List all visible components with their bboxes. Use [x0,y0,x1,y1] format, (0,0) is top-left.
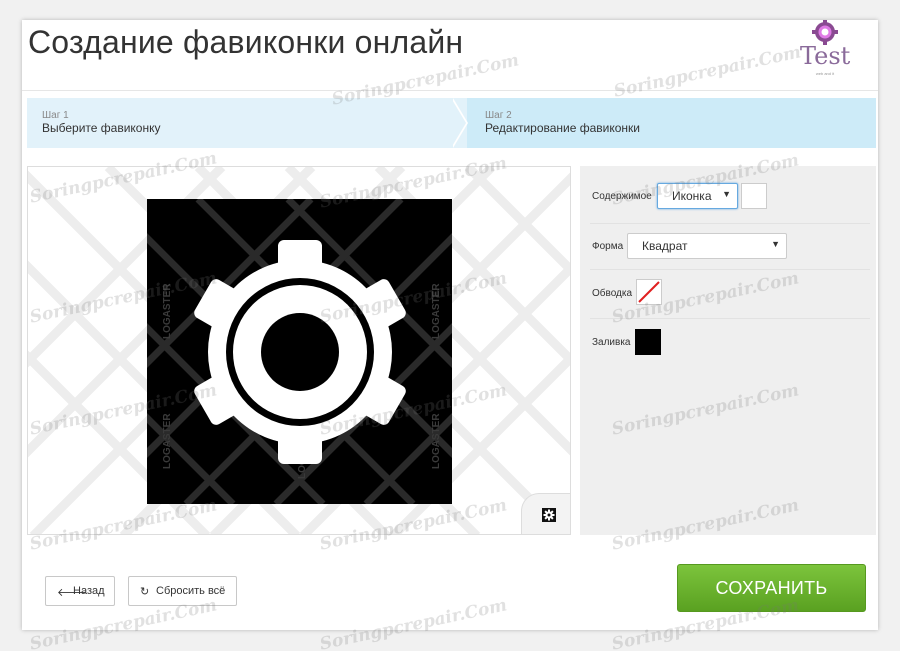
favicon-icon-preview[interactable]: LOGASTER LOGASTER LOGASTER LOGASTER LOGA… [147,199,452,504]
content-select-value: Иконка [672,189,712,203]
row-divider [590,269,870,270]
favicon-editor-page: Создание фавиконки онлайн Test web and i… [22,20,878,630]
fill-label: Заливка [592,337,631,348]
no-color-icon [638,281,660,303]
logo-subtitle: web and it [815,71,835,76]
stroke-color-swatch[interactable] [636,279,662,305]
reset-button[interactable]: ↻ Сбросить всё [128,576,237,606]
test-logo[interactable]: Test web and it [800,20,850,80]
stroke-label: Обводка [592,288,633,299]
back-button[interactable]: 🡐 Назад [45,576,115,606]
header-divider [22,90,878,91]
settings-gear-icon [542,508,556,522]
fill-color-swatch[interactable] [635,329,661,355]
logo-text: Test [800,42,851,70]
row-divider [590,318,870,319]
step-2-name: Редактирование фавиконки [485,121,641,135]
settings-panel: Содержимое Иконка ▼ Форма Квадрат ▼ Обво… [580,166,876,535]
chevron-down-icon: ▼ [722,189,731,199]
shape-label: Форма [592,241,624,252]
shape-select[interactable]: Квадрат ▼ [627,233,787,259]
step-1-label: Шаг 1 [42,110,69,121]
content-select[interactable]: Иконка ▼ [657,183,738,209]
step-2-label: Шаг 2 [485,110,512,121]
reset-button-label: Сбросить всё [156,585,226,597]
icon-settings-tab[interactable] [521,493,570,534]
step-arrow [451,98,466,148]
gear-icon [194,240,406,464]
content-color-swatch[interactable] [741,183,767,209]
step-indicator: Шаг 1 Выберите фавиконку Шаг 2 Редактиро… [27,98,876,148]
shape-select-value: Квадрат [642,239,688,253]
back-button-label: Назад [73,585,105,597]
row-divider [590,223,870,224]
favicon-preview-canvas: LOGASTER LOGASTER LOGASTER LOGASTER LOGA… [27,166,571,535]
chevron-down-icon: ▼ [771,239,780,249]
save-button[interactable]: СОХРАНИТЬ [677,564,866,612]
page-title: Создание фавиконки онлайн [28,24,464,60]
content-label: Содержимое [592,191,652,202]
step-1-name[interactable]: Выберите фавиконку [42,121,160,135]
refresh-icon: ↻ [140,586,150,598]
